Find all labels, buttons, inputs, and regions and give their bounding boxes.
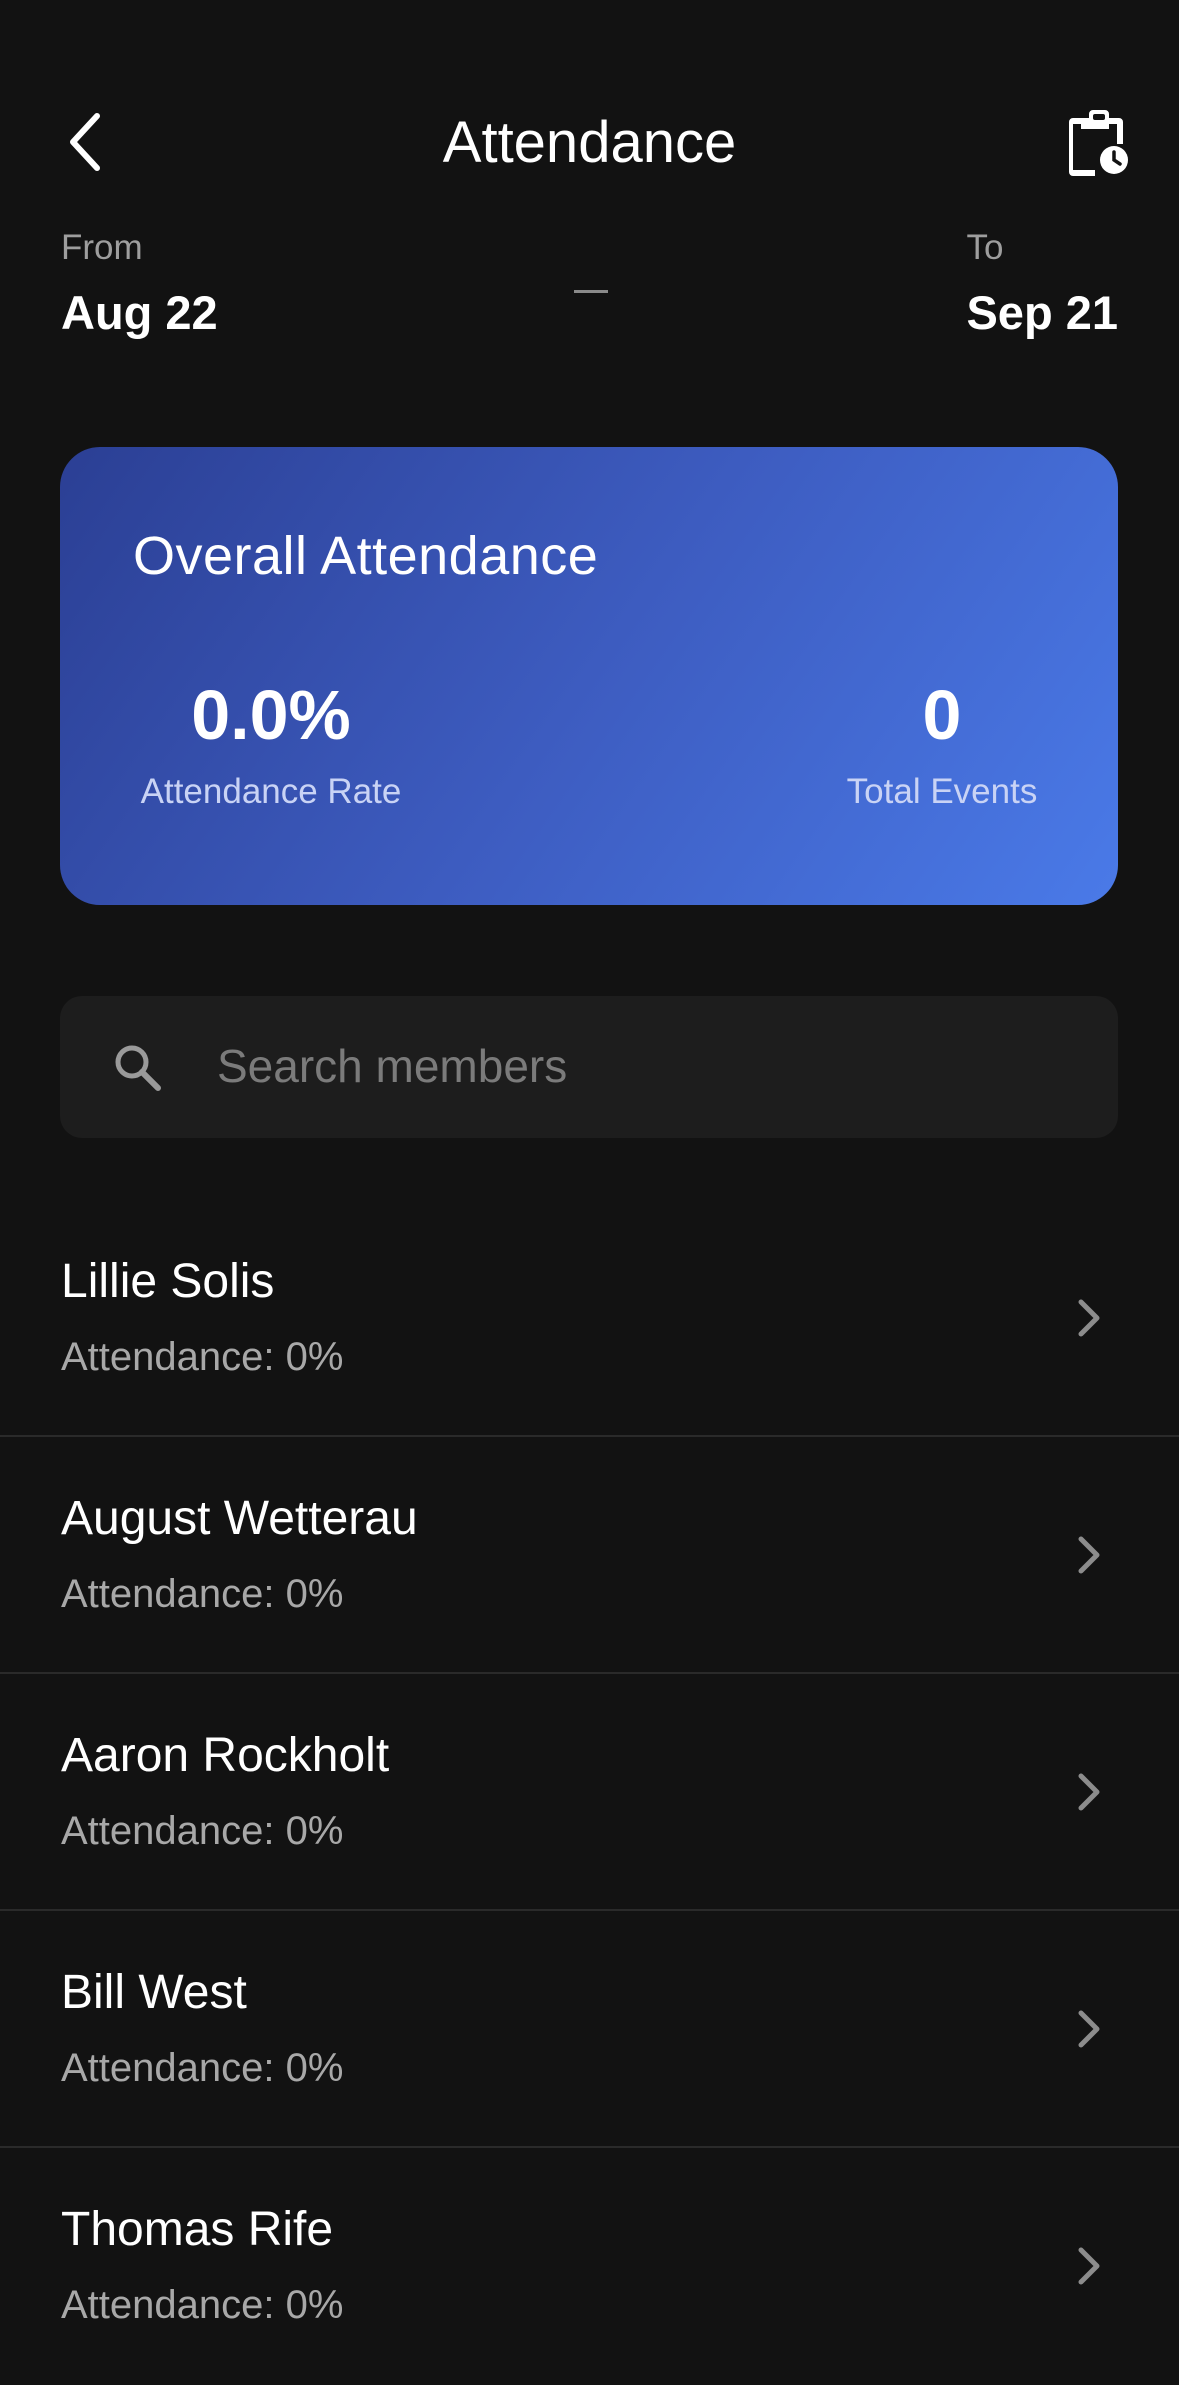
member-name: Bill West [61, 1966, 247, 2019]
member-attendance: Attendance: 0% [61, 1809, 344, 1853]
member-row[interactable]: Thomas Rife Attendance: 0% [0, 2148, 1179, 2385]
chevron-right-icon [1078, 1773, 1100, 1811]
from-date: Aug 22 [61, 286, 218, 339]
attendance-rate-stat: 0.0% Attendance Rate [133, 673, 409, 813]
member-list: Lillie Solis Attendance: 0% August Wette… [0, 1200, 1179, 2385]
overall-attendance-card: Overall Attendance 0.0% Attendance Rate … [60, 447, 1118, 905]
member-attendance: Attendance: 0% [61, 1572, 344, 1616]
date-range-to[interactable]: To Sep 21 [966, 226, 1118, 342]
search-input[interactable]: Search members [60, 996, 1118, 1138]
member-row[interactable]: Bill West Attendance: 0% [0, 1911, 1179, 2148]
chevron-right-icon [1078, 1536, 1100, 1574]
chevron-right-icon [1078, 2247, 1100, 2285]
member-row[interactable]: August Wetterau Attendance: 0% [0, 1437, 1179, 1674]
search-placeholder: Search members [217, 1040, 568, 1092]
member-attendance: Attendance: 0% [61, 2046, 344, 2090]
clipboard-clock-icon [1069, 110, 1128, 176]
member-row[interactable]: Lillie Solis Attendance: 0% [0, 1200, 1179, 1437]
member-name: Aaron Rockholt [61, 1729, 390, 1782]
from-label: From [61, 228, 143, 267]
chevron-right-icon [1078, 1299, 1100, 1337]
member-name: Lillie Solis [61, 1255, 275, 1308]
search-icon [115, 1045, 161, 1091]
to-date: Sep 21 [966, 286, 1118, 339]
total-events-stat: 0 Total Events [839, 673, 1045, 813]
total-events-label: Total Events [846, 772, 1038, 811]
date-range-separator [574, 290, 608, 293]
attendance-rate-value: 0.0% [191, 676, 351, 754]
member-attendance: Attendance: 0% [61, 1335, 344, 1379]
attendance-history-button[interactable] [1059, 102, 1139, 182]
member-attendance: Attendance: 0% [61, 2283, 344, 2327]
card-title: Overall Attendance [133, 526, 599, 586]
member-name: August Wetterau [61, 1492, 418, 1545]
total-events-value: 0 [922, 676, 962, 754]
member-name: Thomas Rife [61, 2203, 334, 2256]
top-app-bar: Attendance [0, 80, 1179, 204]
to-label: To [966, 228, 1004, 267]
page-title: Attendance [442, 110, 737, 175]
attendance-rate-label: Attendance Rate [140, 772, 402, 811]
member-row[interactable]: Aaron Rockholt Attendance: 0% [0, 1674, 1179, 1911]
date-range-from[interactable]: From Aug 22 [61, 226, 218, 342]
chevron-right-icon [1078, 2010, 1100, 2048]
